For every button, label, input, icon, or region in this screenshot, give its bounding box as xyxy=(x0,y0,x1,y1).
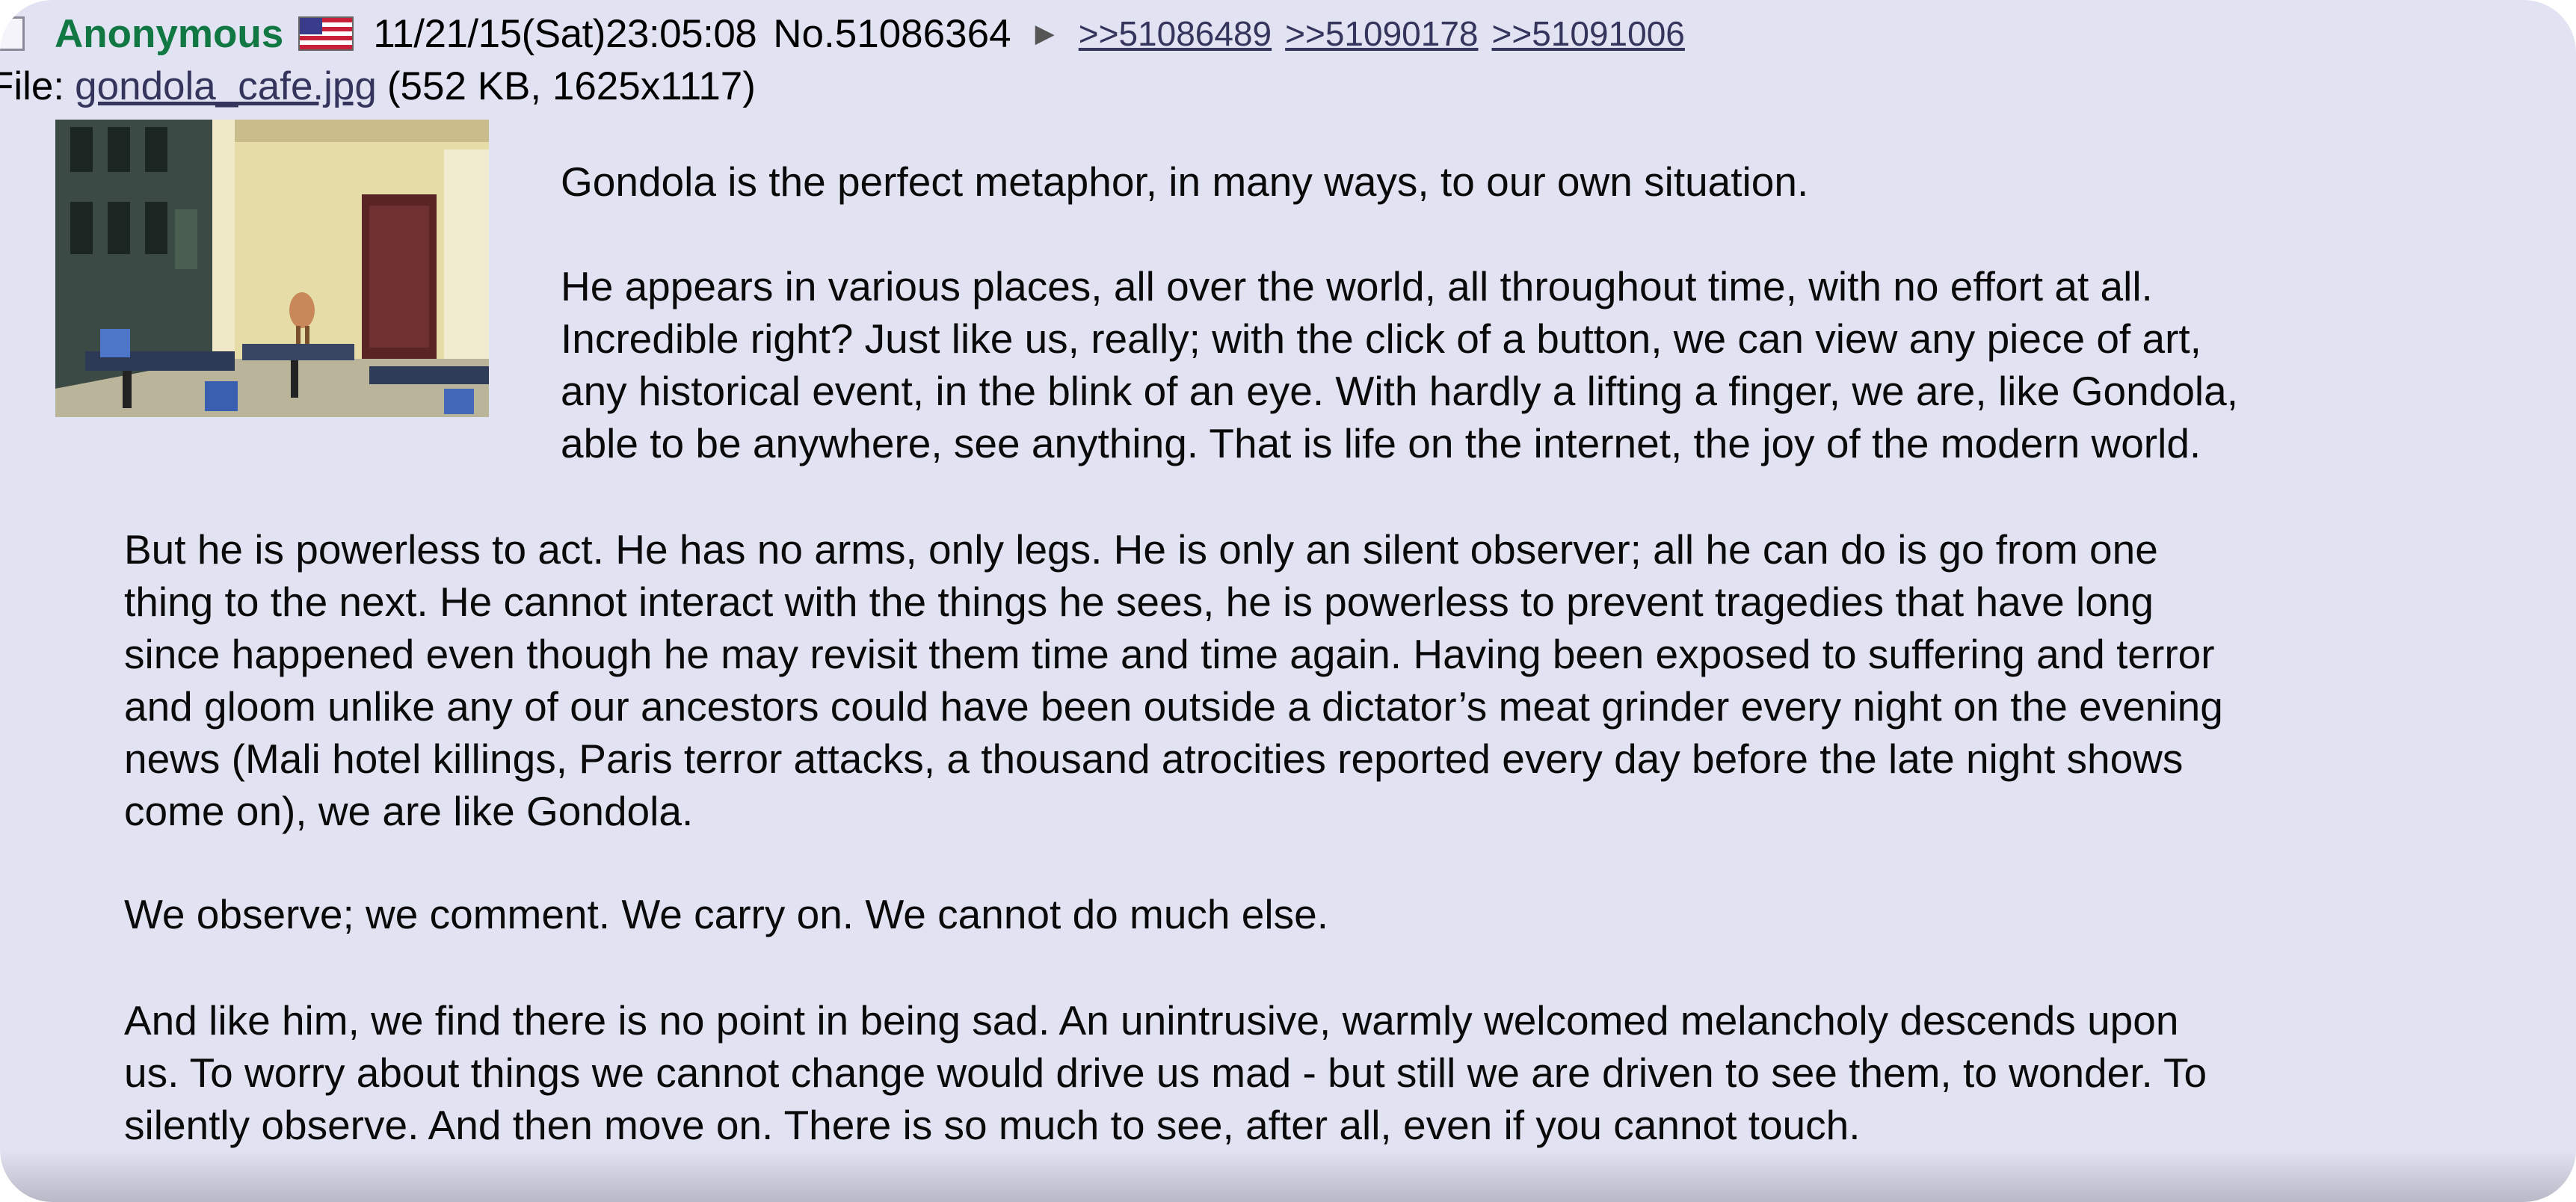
message-line: any historical event, in the blink of an… xyxy=(561,368,2238,414)
file-info: File: gondola_cafe.jpg (552 KB, 1625x111… xyxy=(0,60,756,112)
cafe-scene-thumbnail xyxy=(55,120,489,417)
message-line: Gondola is the perfect metaphor, in many… xyxy=(561,158,1809,205)
message-line: and gloom unlike any of our ancestors co… xyxy=(124,683,2223,730)
message-line: And like him, we find there is no point … xyxy=(124,997,2179,1044)
message-line: But he is powerless to act. He has no ar… xyxy=(124,526,2158,573)
us-flag-icon xyxy=(298,16,354,51)
file-meta: (552 KB, 1625x1117) xyxy=(386,64,756,108)
message-line: us. To worry about things we cannot chan… xyxy=(124,1050,2207,1096)
message-line: silently observe. And then move on. Ther… xyxy=(124,1102,1861,1148)
post-message-paragraph: But he is powerless to act. He has no ar… xyxy=(124,523,2223,837)
file-label: File: xyxy=(0,64,65,108)
post-message-paragraph: Gondola is the perfect metaphor, in many… xyxy=(561,155,1808,208)
file-thumbnail[interactable] xyxy=(55,120,489,417)
post-number-link[interactable]: No.51086364 xyxy=(773,11,1011,57)
backlink[interactable]: >>51086489 xyxy=(1079,13,1272,54)
message-line: news (Mali hotel killings, Paris terror … xyxy=(124,736,2184,782)
screenshot-frame: Anonymous 11/21/15(Sat)23:05:08 No.51086… xyxy=(0,0,2576,1202)
message-line: We observe; we comment. We carry on. We … xyxy=(124,891,1328,937)
message-line: able to be anywhere, see anything. That … xyxy=(561,420,2201,466)
message-line: thing to the next. He cannot interact wi… xyxy=(124,579,2154,625)
file-name-link[interactable]: gondola_cafe.jpg xyxy=(75,64,377,109)
message-line: since happened even though he may revisi… xyxy=(124,631,2215,677)
backlink[interactable]: >>51090178 xyxy=(1285,13,1478,54)
post-header: Anonymous 11/21/15(Sat)23:05:08 No.51086… xyxy=(0,6,2467,61)
backlink[interactable]: >>51091006 xyxy=(1492,13,1685,54)
message-line: come on), we are like Gondola. xyxy=(124,788,694,834)
reply-post: Anonymous 11/21/15(Sat)23:05:08 No.51086… xyxy=(0,0,2576,1202)
bottom-shadow xyxy=(0,1150,2576,1202)
post-menu-arrow-icon[interactable]: ▶ xyxy=(1035,19,1055,49)
post-select-checkbox[interactable] xyxy=(0,16,25,51)
poster-name: Anonymous xyxy=(55,11,284,56)
post-message-paragraph: He appears in various places, all over t… xyxy=(561,260,2238,469)
message-line: Incredible right? Just like us, really; … xyxy=(561,315,2201,362)
post-datetime: 11/21/15(Sat)23:05:08 xyxy=(373,11,757,56)
post-message-paragraph: We observe; we comment. We carry on. We … xyxy=(124,888,1328,940)
post-message-paragraph: And like him, we find there is no point … xyxy=(124,994,2207,1151)
message-line: He appears in various places, all over t… xyxy=(561,263,2153,309)
